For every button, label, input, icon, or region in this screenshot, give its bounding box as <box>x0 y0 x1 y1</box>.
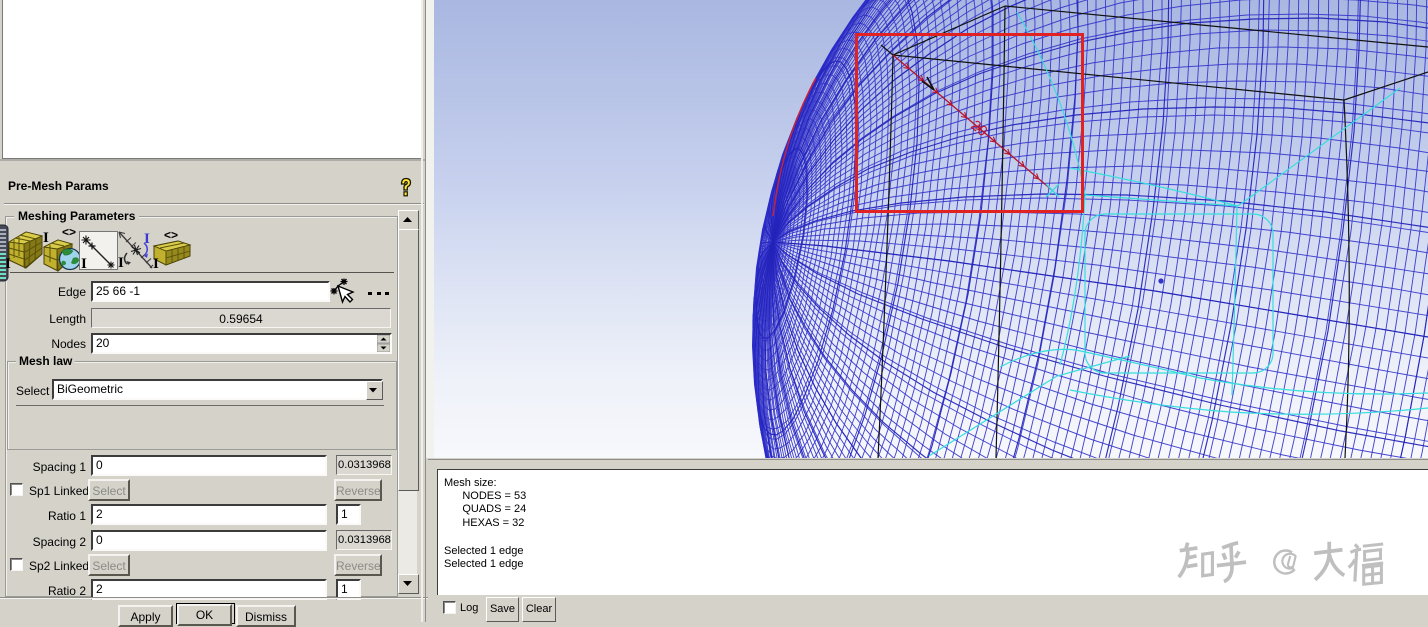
svg-text:<>: <> <box>62 225 76 239</box>
svg-text:I: I <box>118 255 124 271</box>
svg-text:<>: <> <box>164 228 178 242</box>
svg-text:I: I <box>81 256 87 272</box>
svg-text:I: I <box>153 256 159 272</box>
svg-text:I: I <box>43 230 49 246</box>
svg-text:I: I <box>5 256 11 272</box>
svg-text:I: I <box>144 231 150 247</box>
